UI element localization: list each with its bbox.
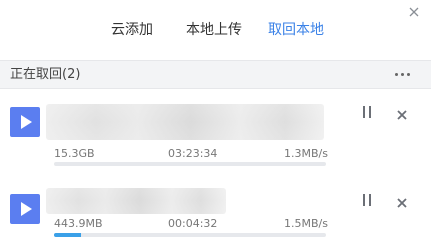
pause-icon[interactable]	[362, 106, 372, 118]
tab-local-upload[interactable]: 本地上传	[186, 21, 242, 39]
close-icon[interactable]	[396, 106, 408, 120]
tab-retrieve-local[interactable]: 取回本地	[268, 21, 324, 39]
file-size: 443.9MB	[54, 217, 103, 230]
play-icon[interactable]	[10, 194, 40, 224]
file-name-blurred	[46, 188, 226, 214]
download-item: 15.3GB 03:23:34 1.3MB/s	[0, 100, 431, 172]
tab-cloud-add[interactable]: 云添加	[111, 21, 153, 39]
section-header: 正在取回(2)	[0, 60, 431, 89]
download-item: 443.9MB 00:04:32 1.5MB/s	[0, 176, 431, 248]
speed: 1.3MB/s	[284, 147, 328, 160]
close-icon[interactable]	[396, 194, 408, 208]
file-size: 15.3GB	[54, 147, 95, 160]
speed: 1.5MB/s	[284, 217, 328, 230]
progress-bar	[54, 162, 326, 166]
progress-bar	[54, 233, 326, 237]
more-icon[interactable]	[395, 73, 411, 77]
remaining-time: 03:23:34	[168, 147, 218, 160]
play-icon[interactable]	[10, 107, 40, 137]
file-name-blurred	[46, 104, 324, 140]
pause-icon[interactable]	[362, 194, 372, 206]
tab-bar: 云添加 本地上传 取回本地	[0, 0, 431, 60]
progress-fill	[54, 233, 82, 237]
remaining-time: 00:04:32	[168, 217, 218, 230]
section-title: 正在取回(2)	[10, 67, 81, 82]
